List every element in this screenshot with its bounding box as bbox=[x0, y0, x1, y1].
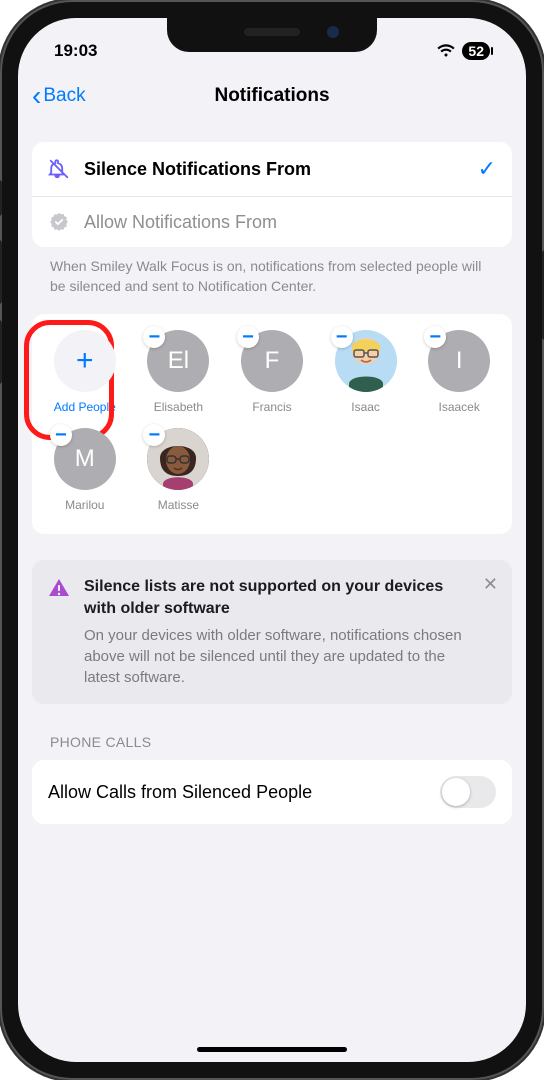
add-people-button[interactable]: + Add People bbox=[38, 330, 132, 414]
person-label: Marilou bbox=[65, 498, 104, 512]
battery-indicator: 52 bbox=[462, 42, 490, 60]
allow-calls-row: Allow Calls from Silenced People bbox=[32, 760, 512, 824]
allow-calls-toggle[interactable] bbox=[440, 776, 496, 808]
warning-icon bbox=[48, 578, 70, 688]
remove-badge[interactable]: − bbox=[237, 326, 259, 348]
volume-up-button bbox=[0, 240, 2, 304]
person-label: Francis bbox=[252, 400, 291, 414]
checkmark-icon: ✓ bbox=[478, 156, 496, 182]
allow-calls-label: Allow Calls from Silenced People bbox=[48, 782, 440, 803]
allow-from-row[interactable]: Allow Notifications From bbox=[32, 196, 512, 247]
device-frame: 19:03 52 ‹ Back Notifications bbox=[0, 0, 544, 1080]
mode-card: Silence Notifications From ✓ Allow Notif… bbox=[32, 142, 512, 247]
compat-alert: Silence lists are not supported on your … bbox=[32, 560, 512, 704]
silence-from-row[interactable]: Silence Notifications From ✓ bbox=[32, 142, 512, 196]
person-francis[interactable]: − F Francis bbox=[225, 330, 319, 414]
person-marilou[interactable]: − M Marilou bbox=[38, 428, 132, 512]
volume-down-button bbox=[0, 320, 2, 384]
alert-title: Silence lists are not supported on your … bbox=[84, 576, 476, 619]
person-elisabeth[interactable]: − El Elisabeth bbox=[132, 330, 226, 414]
allow-from-label: Allow Notifications From bbox=[84, 212, 496, 233]
person-label: Isaacek bbox=[438, 400, 479, 414]
close-icon[interactable]: ✕ bbox=[483, 574, 498, 595]
toggle-knob bbox=[442, 778, 470, 806]
remove-badge[interactable]: − bbox=[331, 326, 353, 348]
phone-calls-header: PHONE CALLS bbox=[32, 704, 512, 760]
person-label: Matisse bbox=[158, 498, 199, 512]
add-people-label: Add People bbox=[54, 400, 116, 414]
people-card: + Add People − El Elisabeth − bbox=[32, 314, 512, 534]
person-label: Elisabeth bbox=[154, 400, 203, 414]
content: Silence Notifications From ✓ Allow Notif… bbox=[18, 122, 526, 824]
remove-badge[interactable]: − bbox=[50, 424, 72, 446]
screen: 19:03 52 ‹ Back Notifications bbox=[18, 18, 526, 1062]
wifi-icon bbox=[436, 44, 456, 58]
alert-body-text: On your devices with older software, not… bbox=[84, 625, 476, 688]
person-isaac[interactable]: − Isaac bbox=[319, 330, 413, 414]
page-title: Notifications bbox=[18, 85, 526, 107]
person-isaacek[interactable]: − I Isaacek bbox=[412, 330, 506, 414]
mode-description: When Smiley Walk Focus is on, notificati… bbox=[32, 247, 512, 314]
silence-from-label: Silence Notifications From bbox=[84, 159, 464, 180]
home-indicator[interactable] bbox=[197, 1047, 347, 1052]
checkmark-seal-icon bbox=[48, 211, 70, 233]
person-label: Isaac bbox=[351, 400, 380, 414]
status-right: 52 bbox=[436, 42, 490, 60]
mute-switch bbox=[0, 180, 2, 216]
plus-icon: + bbox=[54, 330, 116, 392]
notch bbox=[167, 18, 377, 52]
bell-slash-icon bbox=[48, 158, 70, 180]
people-grid: + Add People − El Elisabeth − bbox=[38, 330, 506, 526]
person-matisse[interactable]: − Matisse bbox=[132, 428, 226, 512]
nav-bar: ‹ Back Notifications bbox=[18, 70, 526, 122]
status-time: 19:03 bbox=[54, 41, 97, 61]
